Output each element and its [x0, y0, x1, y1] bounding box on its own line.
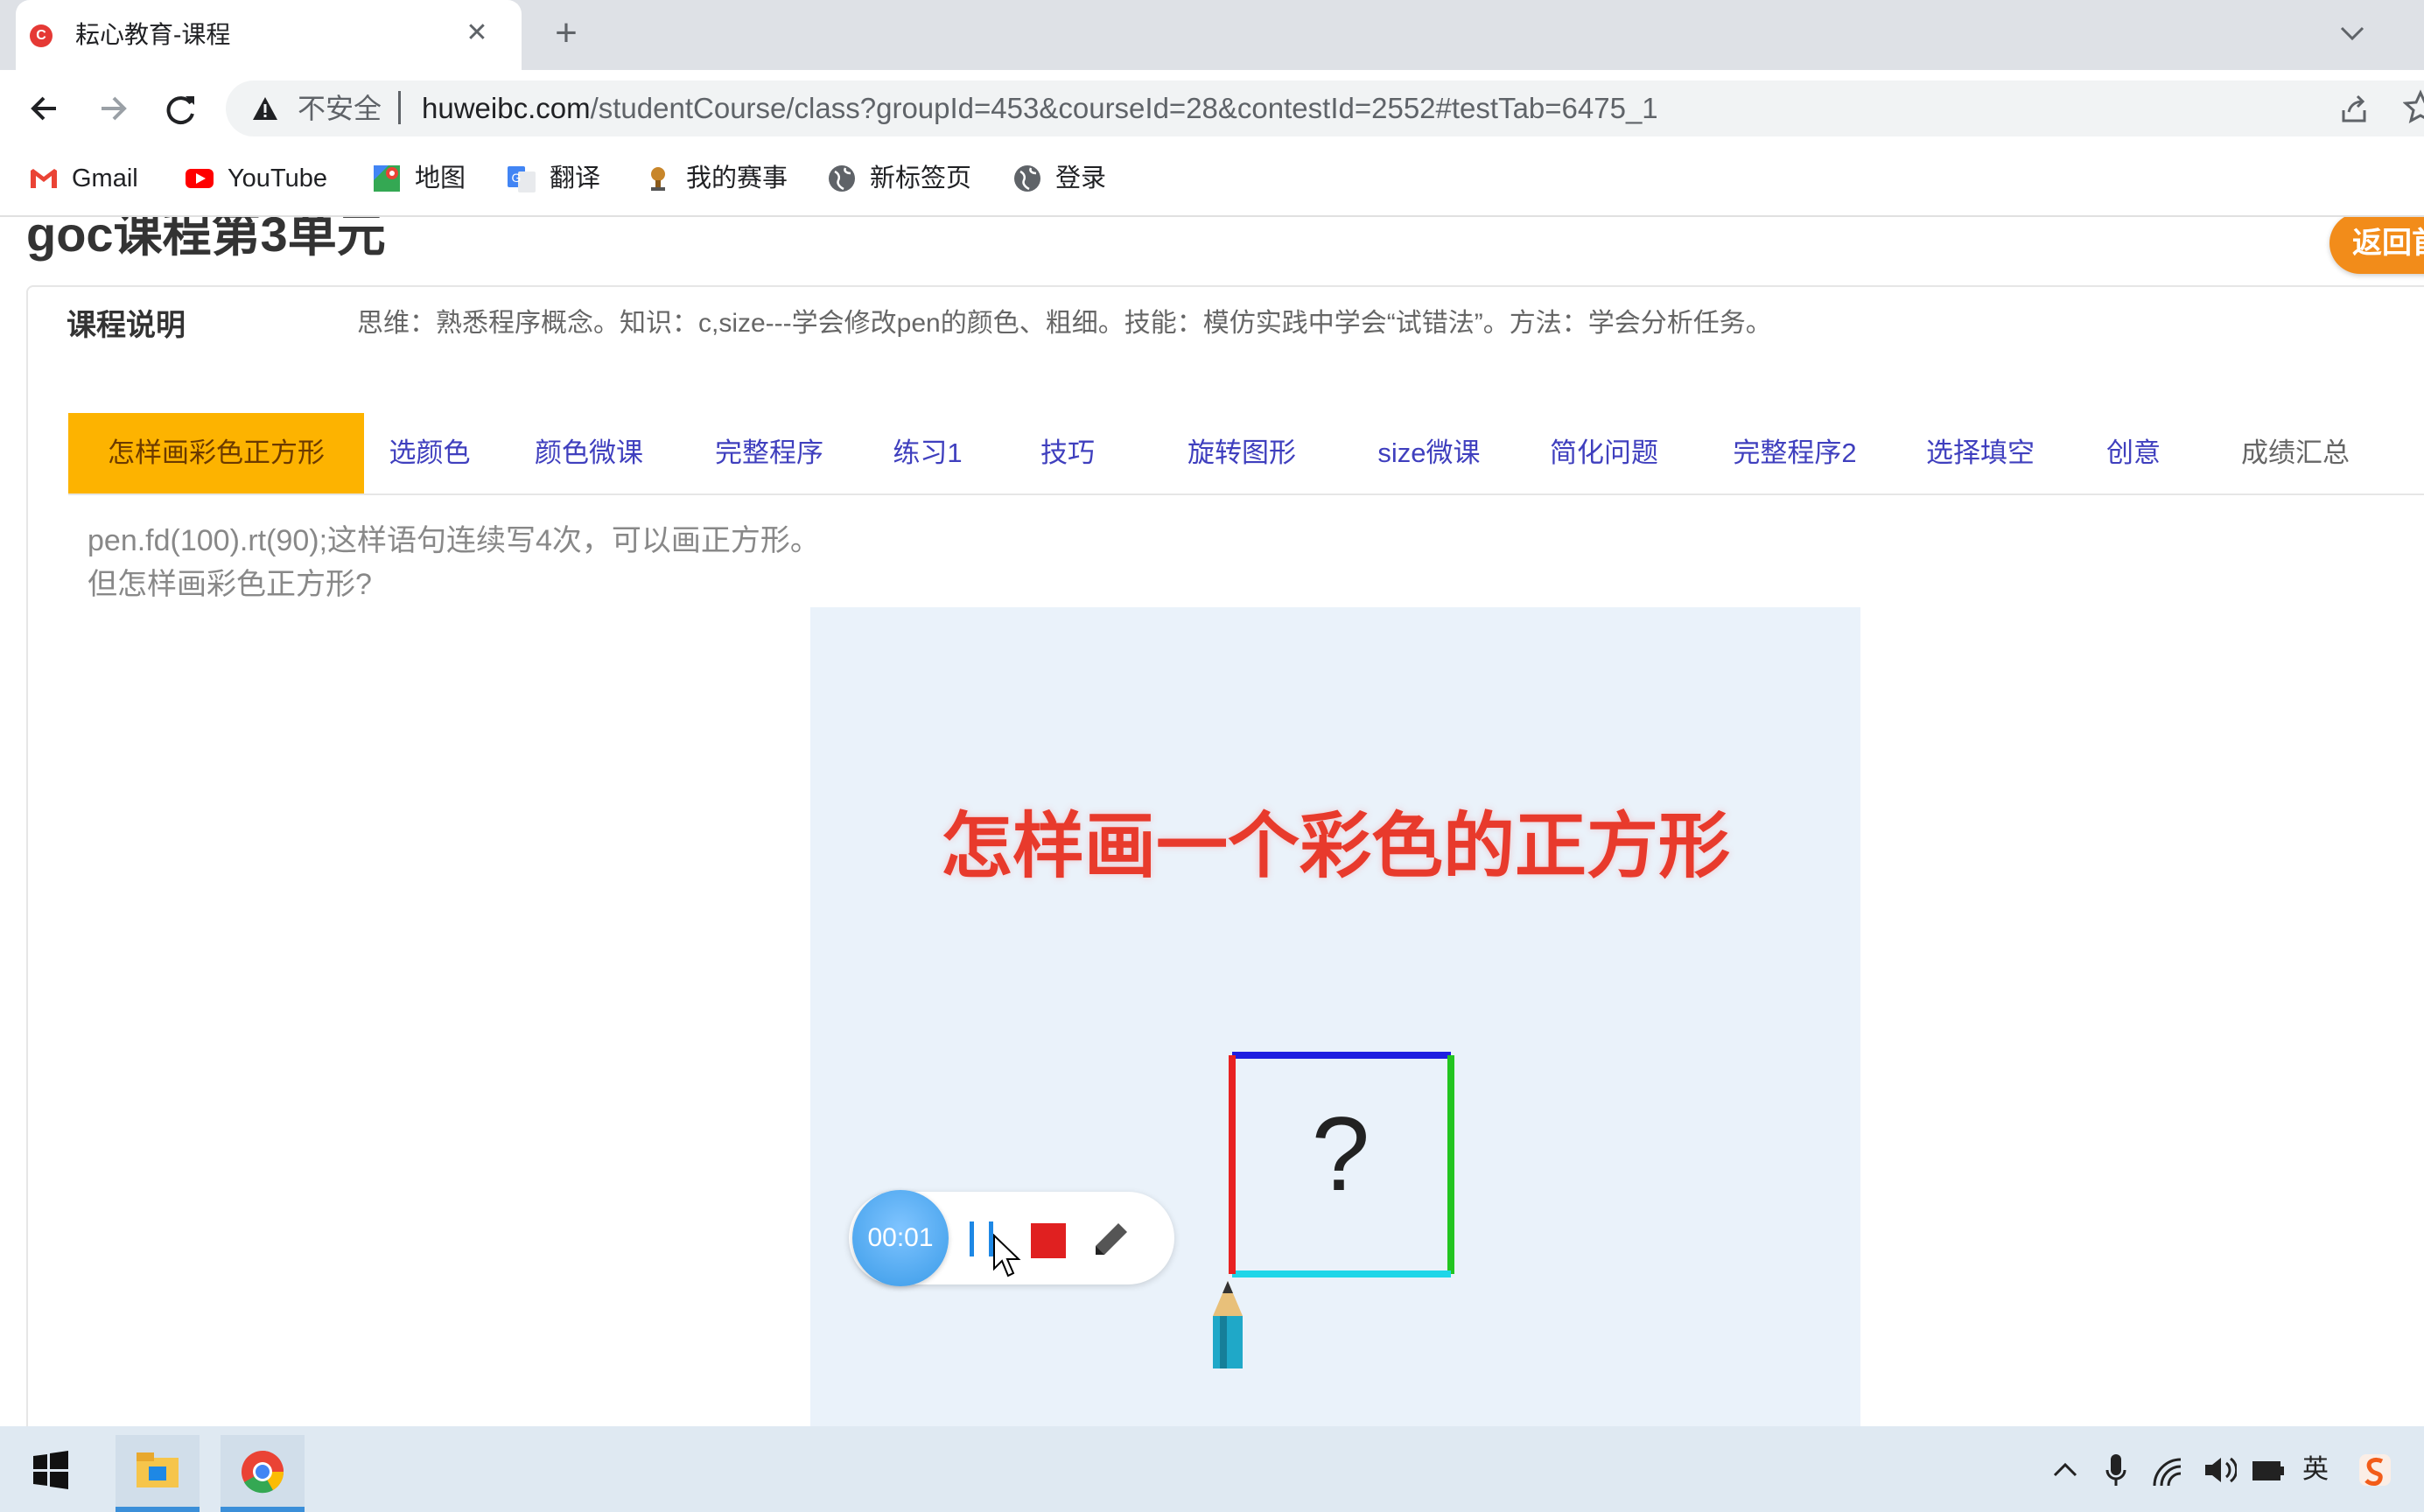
share-icon[interactable] — [2336, 91, 2371, 126]
chrome-icon — [242, 1451, 284, 1494]
question-mark: ? — [1311, 1096, 1370, 1213]
return-home-button[interactable]: 返回首页 — [2329, 217, 2424, 274]
tab-full-program[interactable]: 完整程序 — [695, 413, 844, 494]
url-host: huweibc.com — [422, 92, 591, 124]
wifi-icon[interactable] — [2151, 1456, 2186, 1488]
bookmark-label: 登录 — [1055, 164, 1107, 192]
youtube-icon — [186, 169, 214, 188]
pen-icon[interactable] — [1092, 1220, 1131, 1258]
bookmark-maps[interactable]: 地图 — [371, 159, 466, 198]
tab-fill-in[interactable]: 选择填空 — [1906, 413, 2055, 494]
gmail-icon — [31, 169, 57, 188]
tab-choose-color[interactable]: 选颜色 — [364, 413, 495, 494]
url-separator — [398, 91, 401, 124]
bookmark-my-contests[interactable]: 我的赛事 — [642, 159, 788, 198]
sogou-icon[interactable] — [2357, 1452, 2392, 1488]
tab-colorful-square[interactable]: 怎样画彩色正方形 — [68, 413, 364, 494]
bookmark-star-icon[interactable] — [2403, 89, 2424, 124]
new-tab-button[interactable]: + — [547, 14, 585, 54]
back-arrow-icon[interactable] — [21, 84, 70, 133]
bookmark-label: YouTube — [228, 164, 327, 192]
tab-title: 耘心教育-课程 — [75, 21, 231, 48]
taskbar-file-explorer[interactable] — [116, 1435, 200, 1508]
tab-favicon-icon: C — [30, 24, 53, 47]
tab-exercise-1[interactable]: 练习1 — [873, 413, 982, 494]
tab-close-icon[interactable]: ✕ — [459, 16, 494, 51]
not-secure-label[interactable]: 不安全 — [298, 91, 382, 126]
video-title: 怎样画一个彩色的正方形 — [940, 807, 1730, 886]
url-path: /studentCourse/class?groupId=453&courseI… — [590, 92, 1658, 124]
file-explorer-active-indicator — [116, 1507, 200, 1512]
volume-icon[interactable] — [2202, 1454, 2237, 1486]
bookmark-label: Gmail — [72, 164, 138, 192]
course-tabs: 怎样画彩色正方形 选颜色 颜色微课 完整程序 练习1 技巧 旋转图形 size微… — [68, 413, 2424, 495]
trophy-icon — [651, 167, 665, 191]
bookmark-gmail[interactable]: Gmail — [28, 159, 138, 198]
tab-creative[interactable]: 创意 — [2090, 413, 2177, 494]
bookmark-label: 我的赛事 — [686, 164, 788, 192]
svg-text:G: G — [512, 171, 522, 185]
ime-icon[interactable]: 英 — [2298, 1452, 2333, 1488]
tab-score-summary[interactable]: 成绩汇总 — [2221, 413, 2370, 494]
forward-arrow-icon[interactable] — [88, 84, 137, 133]
stop-icon[interactable] — [1031, 1223, 1066, 1258]
folder-icon — [137, 1452, 179, 1488]
bookmark-new-tab[interactable]: 新标签页 — [826, 159, 971, 198]
bookmark-label: 翻译 — [550, 164, 601, 192]
recording-timer[interactable]: 00:01 — [852, 1190, 949, 1286]
course-description-text: 思维：熟悉程序概念。知识：c,size---学会修改pen的颜色、粗细。技能：模… — [357, 309, 1772, 338]
question-line-1: pen.fd(100).rt(90);这样语句连续写4次，可以画正方形。 — [88, 524, 820, 557]
tab-color-microlesson[interactable]: 颜色微课 — [515, 413, 663, 494]
tab-tips[interactable]: 技巧 — [1013, 413, 1122, 494]
globe-icon — [1014, 165, 1040, 192]
windows-start-icon[interactable] — [16, 1435, 86, 1505]
bookmark-label: 地图 — [415, 164, 466, 192]
tab-rotate-shape[interactable]: 旋转图形 — [1159, 413, 1325, 494]
translate-icon: G — [508, 166, 536, 192]
tab-simplify-problem[interactable]: 简化问题 — [1530, 413, 1678, 494]
microphone-icon[interactable] — [2102, 1452, 2130, 1488]
battery-icon[interactable] — [2251, 1458, 2286, 1484]
mouse-cursor-icon — [993, 1234, 1021, 1278]
url-text[interactable]: huweibc.com/studentCourse/class?groupId=… — [422, 91, 1658, 126]
tab-search-chevron-icon[interactable] — [2335, 18, 2370, 49]
reload-icon[interactable] — [156, 84, 205, 133]
page-content: goc课程第3单元 返回首页 课程说明 思维：熟悉程序概念。知识：c,size-… — [0, 217, 2424, 1426]
tab-full-program-2[interactable]: 完整程序2 — [1712, 413, 1878, 494]
question-line-2: 但怎样画彩色正方形? — [88, 568, 372, 601]
page-title: goc课程第3单元 — [26, 217, 386, 262]
bookmarks-bar — [0, 147, 2424, 217]
maps-icon — [374, 165, 400, 192]
chevron-up-icon[interactable] — [2049, 1456, 2081, 1484]
course-description-label: 课程说明 — [67, 309, 186, 342]
bookmark-label: 新标签页 — [870, 164, 972, 192]
taskbar-chrome[interactable] — [221, 1435, 305, 1508]
warning-icon[interactable] — [252, 96, 278, 121]
tab-size-microlesson[interactable]: size微课 — [1346, 413, 1512, 494]
pencil-icon — [1213, 1281, 1243, 1368]
video-frame[interactable]: 怎样画一个彩色的正方形 ? — [810, 607, 1860, 1426]
bookmark-youtube[interactable]: YouTube — [184, 159, 327, 198]
globe-icon — [829, 165, 855, 192]
bookmark-translate[interactable]: G 翻译 — [506, 159, 600, 198]
chrome-active-indicator — [221, 1507, 305, 1512]
bookmark-login[interactable]: 登录 — [1012, 159, 1106, 198]
